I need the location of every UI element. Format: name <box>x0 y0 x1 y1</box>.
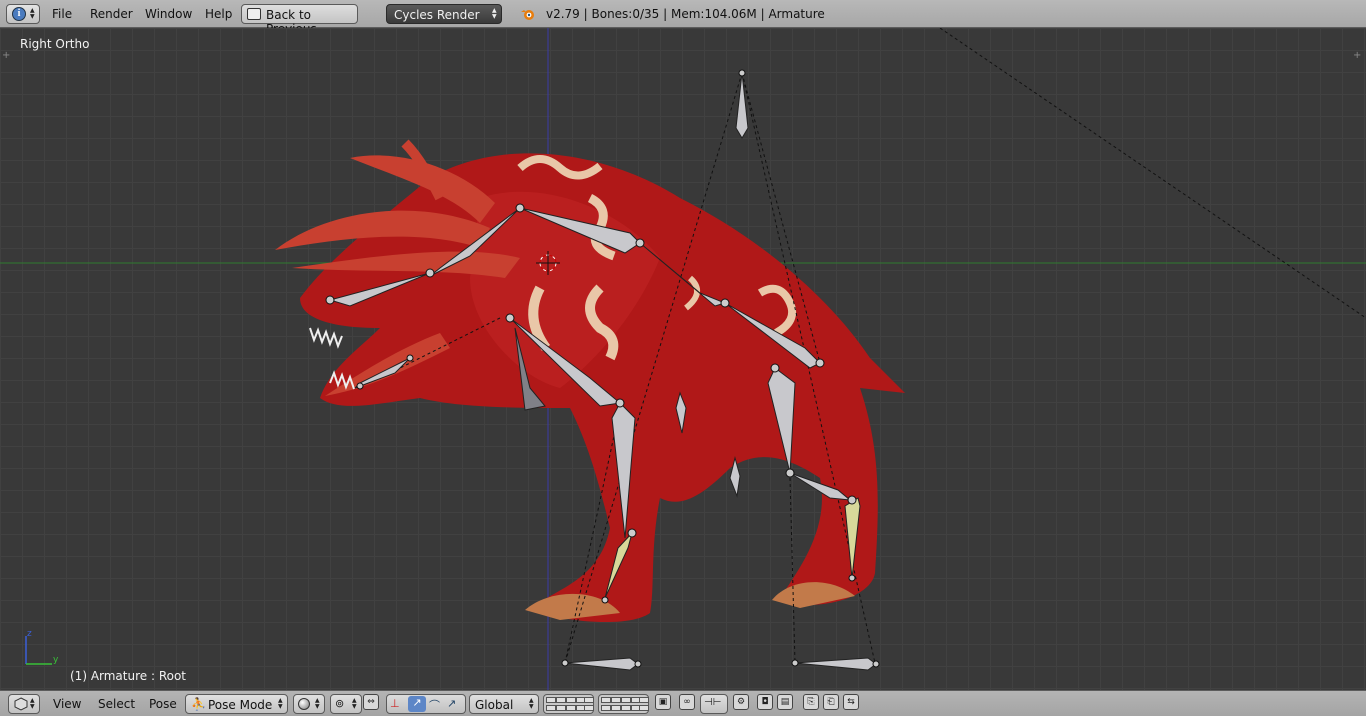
render-icon[interactable]: ◘ <box>757 694 773 710</box>
info-header: i ▲▼ File Render Window Help Back to Pre… <box>0 0 1366 36</box>
rotate-icon[interactable]: ↗ <box>408 696 426 712</box>
editor-type-selector[interactable]: i ▲ ▼ <box>6 4 40 24</box>
render-anim-icon[interactable]: ▤ <box>777 694 793 710</box>
pose-mode-icon: ⛹ <box>191 697 206 711</box>
viewport-shading-icon <box>298 698 310 710</box>
menu-file[interactable]: File <box>52 7 72 23</box>
render-engine-select[interactable]: Cycles Render ▲ ▼ <box>386 4 502 24</box>
orientation-label: Global <box>475 698 514 712</box>
menu-select[interactable]: Select <box>98 697 135 713</box>
3d-view-header: ▲ ▼ View Select Pose ⛹ Pose Mode ▲ ▼ ▲ ▼ ⊚ … <box>0 690 1366 716</box>
back-to-previous-button[interactable]: Back to Previous <box>241 4 358 36</box>
pivot-point-icon: ⊚ <box>335 697 345 710</box>
scene-stats: v2.79 | Bones:0/35 | Mem:104.06M | Armat… <box>546 7 825 21</box>
info-icon: i <box>12 7 26 21</box>
view-name-label: Right Ortho <box>20 37 90 51</box>
scale-icon[interactable]: ⌒ <box>429 697 445 713</box>
y-axis-label: y <box>53 655 59 665</box>
menu-window[interactable]: Window <box>145 7 192 23</box>
transform-manipulators: ⊥ ↗ ⌒ ↗ <box>386 694 466 714</box>
back-icon <box>247 8 261 20</box>
updown-arrows-icon: ▲ ▼ <box>278 697 283 710</box>
mode-select[interactable]: ⛹ Pose Mode ▲ ▼ <box>185 694 288 714</box>
menu-view[interactable]: View <box>53 697 81 713</box>
translate-icon[interactable]: ⊥ <box>390 697 406 711</box>
updown-arrows-icon: ▲ ▼ <box>492 7 497 20</box>
updown-arrows-icon: ▲ ▼ <box>30 7 35 20</box>
scene-canvas[interactable]: z y <box>0 28 1366 690</box>
mode-label: Pose Mode <box>208 698 273 712</box>
editor-type-selector-bottom[interactable]: ▲ ▼ <box>8 694 40 714</box>
updown-arrows-icon: ▲ ▼ <box>529 697 534 710</box>
paste-flipped-icon[interactable]: ⇆ <box>843 694 859 710</box>
active-object-info: (1) Armature : Root <box>70 669 187 683</box>
pose-options-icon: ⊣⊢ <box>704 697 722 708</box>
armature-icon[interactable]: ⚙ <box>733 694 749 710</box>
updown-arrows-icon: ▲ ▼ <box>30 697 35 710</box>
layers-group-2[interactable] <box>598 694 649 714</box>
region-expand-left-icon[interactable]: + <box>2 51 12 61</box>
paste-pose-icon[interactable]: ⎗ <box>823 694 839 710</box>
3d-viewport[interactable]: z y Right Ortho (1) Armature : Root + + <box>0 28 1366 690</box>
manipulator-icon[interactable]: ⇔ <box>363 694 379 710</box>
z-axis-label: z <box>27 629 32 639</box>
pose-options-select[interactable]: ⊣⊢ <box>700 694 728 714</box>
viewport-shading-select[interactable]: ▲ ▼ <box>293 694 325 714</box>
scale-handle-icon[interactable]: ↗ <box>447 697 463 710</box>
copy-pose-icon[interactable]: ⎘ <box>803 694 819 710</box>
onion-skin-icon[interactable]: ∞ <box>679 694 695 710</box>
updown-arrows-icon: ▲ ▼ <box>315 697 320 710</box>
transform-orientation-select[interactable]: Global ▲ ▼ <box>469 694 539 714</box>
axis-gizmo: z y <box>25 629 59 665</box>
render-engine-label: Cycles Render <box>394 8 480 22</box>
blender-logo-icon <box>521 10 534 20</box>
pivot-point-select[interactable]: ⊚ ▲ ▼ <box>330 694 362 714</box>
region-expand-right-icon[interactable]: + <box>1353 51 1363 61</box>
editor-type-icon <box>14 697 28 711</box>
menu-pose[interactable]: Pose <box>149 697 177 713</box>
camera-line <box>939 28 1366 319</box>
lock-icon[interactable]: ▣ <box>655 694 671 710</box>
layers-group-1[interactable] <box>543 694 594 714</box>
menu-help[interactable]: Help <box>205 7 232 23</box>
updown-arrows-icon: ▲ ▼ <box>352 697 357 710</box>
menu-render[interactable]: Render <box>90 7 133 23</box>
